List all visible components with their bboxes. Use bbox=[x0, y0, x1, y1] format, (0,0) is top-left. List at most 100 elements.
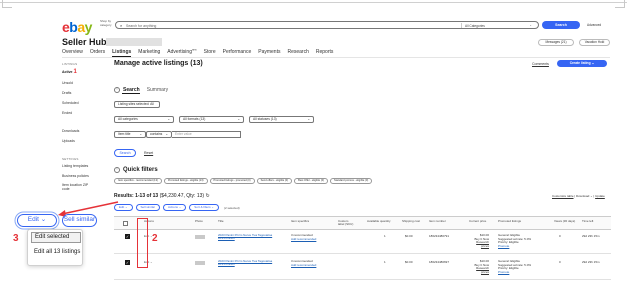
chevron-down-icon: ⌄ bbox=[139, 132, 142, 136]
row-checkbox-checked[interactable]: ✓ bbox=[125, 234, 130, 239]
promoted-listings-cell: General: Eligible Suggested ad rate: 5.0%… bbox=[498, 233, 532, 248]
listing-sites-select[interactable]: Listing sites selected: All bbox=[114, 101, 160, 108]
listing-thumbnail[interactable] bbox=[195, 235, 205, 239]
tab-store[interactable]: Store bbox=[204, 49, 216, 57]
results-meta: ($4,230.47, Qty: 13) bbox=[159, 193, 205, 199]
sidebar-item-uploads[interactable]: Uploads bbox=[62, 139, 98, 143]
chip-send-offers[interactable]: Send offers - eligible (0) bbox=[256, 178, 293, 184]
add-recommended-link[interactable]: Add recommended bbox=[291, 237, 316, 241]
select-all-checkbox[interactable] bbox=[123, 221, 128, 226]
category-select[interactable]: All Categories bbox=[465, 24, 485, 28]
messages-button[interactable]: Messages (21) bbox=[538, 39, 574, 46]
global-search-input[interactable]: ⌕ Search for anything All Categories ⌄ bbox=[115, 21, 539, 29]
actions-button[interactable]: Actions ⌄ bbox=[163, 204, 187, 211]
research-prices-link[interactable]: Research prices bbox=[476, 240, 489, 248]
row-checkbox-checked[interactable]: ✓ bbox=[125, 260, 130, 265]
col-promoted-listings[interactable]: Promoted listings bbox=[498, 219, 521, 223]
sidebar-item-zip-code[interactable]: Item location ZIP code bbox=[62, 183, 96, 192]
sort-filters-button[interactable]: Sort & filters ⌄ bbox=[189, 204, 219, 211]
tab-payments[interactable]: Payments bbox=[258, 49, 280, 57]
table-row[interactable]: ✓ Edit ⌄ 2023 Panini Prizm Nerve Tua Tag… bbox=[114, 257, 611, 280]
refresh-icon: ↻ bbox=[205, 193, 210, 199]
comments-link[interactable]: Comments bbox=[532, 62, 549, 66]
col-current-price[interactable]: Current price bbox=[469, 219, 491, 223]
tab-listings[interactable]: Listings bbox=[112, 49, 132, 57]
update-link[interactable]: Update bbox=[595, 194, 605, 198]
tab-research[interactable]: Research bbox=[287, 49, 308, 57]
shop-by-category[interactable]: Shop by category bbox=[100, 19, 113, 27]
annotation-step-2: 2 bbox=[152, 233, 158, 244]
sidebar-item-business-policies[interactable]: Business policies bbox=[62, 174, 98, 178]
keyword-input[interactable]: Enter value bbox=[172, 131, 241, 138]
formats-select[interactable]: All formats (13) ⌄ bbox=[179, 116, 244, 123]
col-item-specifics[interactable]: Item specifics bbox=[291, 219, 321, 223]
edit-selected-option[interactable]: Edit selected bbox=[31, 232, 81, 243]
table-row[interactable]: ✓ Edit ⌄ 2023 Panini Prizm Nerve Tua Tag… bbox=[114, 231, 611, 254]
chip-promoted-eligible[interactable]: Promoted listings - eligible (13) bbox=[163, 178, 208, 184]
item-specifics-cell: 3 recommended Add recommended bbox=[291, 259, 317, 267]
zoom-sell-similar-button[interactable]: Sell similar bbox=[62, 214, 97, 227]
sidebar-item-unsold[interactable]: Unsold bbox=[62, 81, 98, 85]
promote-link[interactable]: Promote bbox=[498, 244, 509, 248]
create-listing-button[interactable]: Create listing ⌄ bbox=[557, 60, 607, 67]
sidebar-item-listing-templates[interactable]: Listing templates bbox=[62, 164, 98, 168]
quick-filters-title: Quick filters bbox=[123, 167, 158, 173]
listing-title-link[interactable]: 2023 Panini Prizm Nerve Tua Tagovailoa #… bbox=[218, 233, 280, 241]
ebay-logo[interactable]: ebay bbox=[62, 19, 92, 35]
item-title-select[interactable]: Item title ⌄ bbox=[114, 131, 146, 138]
tab-overview[interactable]: Overview bbox=[62, 49, 83, 57]
search-button[interactable]: Search bbox=[542, 21, 580, 29]
tab-advertising[interactable]: AdvertisingNEW bbox=[167, 49, 196, 57]
col-views[interactable]: Views (30 days) bbox=[554, 219, 576, 223]
edit-button[interactable]: Edit ⌄ bbox=[114, 204, 133, 211]
col-custom-label[interactable]: Custom label (SKU) bbox=[338, 219, 354, 227]
filter-search-button[interactable]: Search bbox=[114, 149, 136, 157]
chip-promoted-promoted[interactable]: Promoted listings - promoted (0) bbox=[209, 178, 255, 184]
tab-performance[interactable]: Performance bbox=[223, 49, 252, 57]
statuses-select[interactable]: All statuses (13) ⌄ bbox=[249, 116, 314, 123]
listings-sidebar: LISTINGS Active1 Unsold Drafts Scheduled… bbox=[62, 62, 98, 198]
chevron-down-icon: ⌄ bbox=[167, 117, 170, 121]
chip-standard-promos[interactable]: Standard promos - eligible (0) bbox=[330, 178, 373, 184]
zoom-edit-button[interactable]: Edit ⌄ bbox=[17, 214, 57, 227]
tab-reports[interactable]: Reports bbox=[316, 49, 334, 57]
col-shipping-cost[interactable]: Shipping cost bbox=[402, 219, 422, 223]
col-item-number[interactable]: Item number bbox=[429, 219, 446, 223]
listing-title-link[interactable]: 2023 Panini Prizm Nerve Tua Tagovailoa #… bbox=[218, 259, 280, 267]
main-title: Manage active listings (13) bbox=[114, 60, 203, 67]
sidebar-item-downloads[interactable]: Downloads bbox=[62, 129, 98, 133]
tab-orders[interactable]: Orders bbox=[90, 49, 105, 57]
col-available-quantity[interactable]: Available quantity bbox=[367, 219, 393, 223]
shipping-cost: $0.00 bbox=[405, 234, 413, 238]
sidebar-item-drafts[interactable]: Drafts bbox=[62, 91, 98, 95]
chip-best-offer[interactable]: Best Offer - eligible (0) bbox=[294, 178, 329, 184]
vacation-hold-button[interactable]: Vacation Hold bbox=[579, 39, 610, 46]
contains-select[interactable]: contains ⌄ bbox=[146, 131, 172, 138]
sidebar-item-active[interactable]: Active1 bbox=[62, 69, 98, 75]
annotation-step-1: 1 bbox=[73, 69, 77, 75]
tab-marketing[interactable]: Marketing bbox=[138, 49, 160, 57]
promote-link[interactable]: Promote bbox=[498, 270, 509, 274]
edit-all-listings-option[interactable]: Edit all 13 listings bbox=[31, 247, 81, 258]
download-link[interactable]: Download bbox=[576, 194, 589, 198]
col-time-left[interactable]: Time left bbox=[582, 219, 596, 223]
col-title[interactable]: Title bbox=[218, 219, 224, 223]
annotation-step-3: 3 bbox=[13, 233, 19, 244]
advanced-search-link[interactable]: Advanced bbox=[587, 23, 601, 27]
summary-toggle[interactable]: Summary bbox=[147, 87, 168, 93]
edit-dropdown-menu: Edit selected Edit all 13 listings bbox=[27, 229, 83, 266]
checkbox-highlight-box bbox=[137, 218, 148, 268]
research-prices-link[interactable]: Research prices bbox=[476, 266, 489, 274]
add-recommended-link[interactable]: Add recommended bbox=[291, 263, 316, 267]
chip-item-specifics[interactable]: Item specifics - recommended (13) bbox=[114, 178, 162, 184]
chevron-down-icon: ⌄ bbox=[237, 117, 240, 121]
reset-link[interactable]: Reset bbox=[144, 151, 153, 155]
sell-similar-button[interactable]: Sell similar bbox=[135, 204, 161, 211]
categories-select[interactable]: All categories ⌄ bbox=[114, 116, 174, 123]
customize-table-link[interactable]: Customize table bbox=[552, 194, 574, 198]
listing-thumbnail[interactable] bbox=[195, 261, 205, 265]
sidebar-item-scheduled[interactable]: Scheduled bbox=[62, 101, 98, 105]
sidebar-item-ended[interactable]: Ended bbox=[62, 111, 98, 115]
time-left: 29d 23h 15m bbox=[582, 260, 600, 264]
quick-filters-toggle[interactable]: ⌃ Quick filters bbox=[114, 167, 158, 173]
